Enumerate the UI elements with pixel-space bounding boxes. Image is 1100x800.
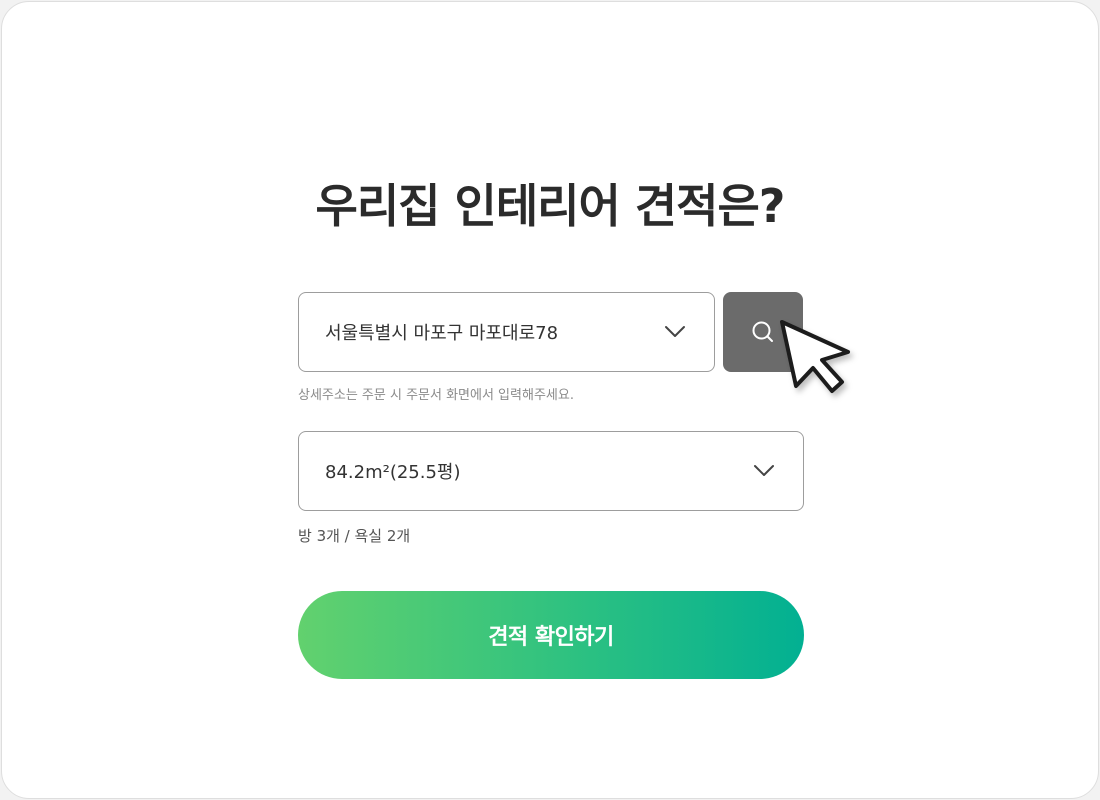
room-info: 방 3개 / 욕실 2개: [298, 527, 411, 545]
estimate-card: 우리집 인테리어 견적은? 서울특별시 마포구 마포대로78 상세주소는 주문 …: [1, 1, 1099, 799]
address-hint: 상세주소는 주문 시 주문서 화면에서 입력해주세요.: [298, 388, 574, 403]
page-title: 우리집 인테리어 견적은?: [315, 179, 786, 233]
estimate-button[interactable]: 견적 확인하기: [298, 591, 804, 679]
chevron-down-icon: [754, 465, 774, 476]
chevron-down-icon: [665, 326, 685, 337]
area-value: 84.2m²(25.5평): [325, 462, 461, 483]
address-select[interactable]: 서울특별시 마포구 마포대로78: [298, 292, 715, 372]
address-value: 서울특별시 마포구 마포대로78: [325, 323, 559, 344]
area-select[interactable]: 84.2m²(25.5평): [298, 431, 804, 511]
address-search-button[interactable]: [723, 292, 803, 372]
search-icon: [752, 321, 773, 342]
